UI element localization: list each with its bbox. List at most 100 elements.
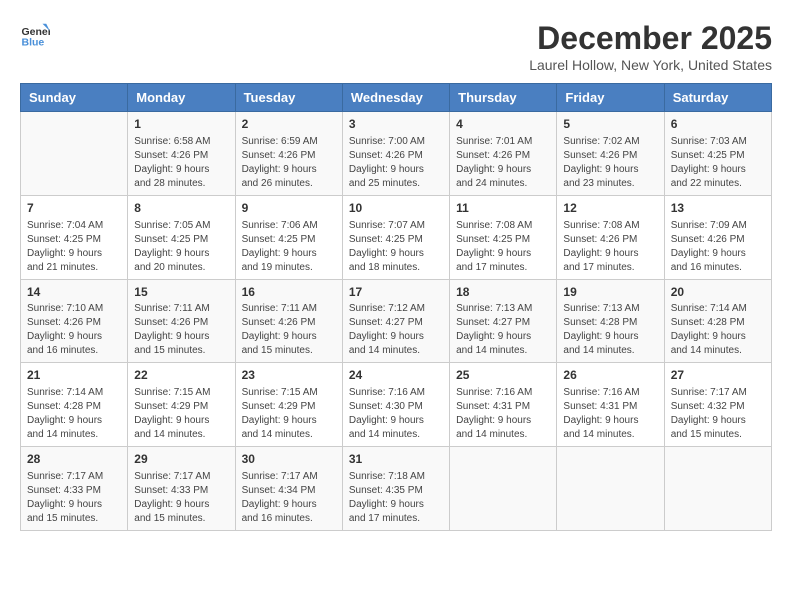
day-number: 9: [242, 200, 336, 217]
day-number: 4: [456, 116, 550, 133]
day-number: 17: [349, 284, 443, 301]
day-info: Sunrise: 7:17 AM Sunset: 4:32 PM Dayligh…: [671, 386, 765, 442]
calendar-cell: 27Sunrise: 7:17 AM Sunset: 4:32 PM Dayli…: [664, 363, 771, 447]
day-info: Sunrise: 7:05 AM Sunset: 4:25 PM Dayligh…: [134, 219, 228, 275]
calendar-cell: 17Sunrise: 7:12 AM Sunset: 4:27 PM Dayli…: [342, 279, 449, 363]
calendar-cell: 16Sunrise: 7:11 AM Sunset: 4:26 PM Dayli…: [235, 279, 342, 363]
calendar-cell: 4 Sunrise: 7:01 AM Sunset: 4:26 PM Daylig…: [450, 112, 557, 196]
day-number: 24: [349, 367, 443, 384]
day-info: Sunrise: 7:06 AM Sunset: 4:25 PM Dayligh…: [242, 219, 336, 275]
calendar-week-5: 28 Sunrise: 7:17 AM Sunset: 4:33 PM Dayli…: [21, 447, 772, 531]
day-info: Sunrise: 6:58 AM Sunset: 4:26 PM Dayligh…: [134, 135, 228, 191]
day-info: Sunrise: 7:08 AM Sunset: 4:25 PM Dayligh…: [456, 219, 550, 275]
calendar-cell: 2 Sunrise: 6:59 AM Sunset: 4:26 PM Daylig…: [235, 112, 342, 196]
day-info: Sunrise: 7:17 AM Sunset: 4:33 PM Dayligh…: [27, 470, 121, 526]
day-number: 7: [27, 200, 121, 217]
calendar-cell: 22Sunrise: 7:15 AM Sunset: 4:29 PM Dayli…: [128, 363, 235, 447]
header-day-saturday: Saturday: [664, 84, 771, 112]
day-number: 23: [242, 367, 336, 384]
day-number: 30: [242, 451, 336, 468]
logo: General Blue: [20, 20, 50, 50]
calendar-cell: 11Sunrise: 7:08 AM Sunset: 4:25 PM Dayli…: [450, 195, 557, 279]
day-info: Sunrise: 7:16 AM Sunset: 4:31 PM Dayligh…: [456, 386, 550, 442]
calendar-cell: [450, 447, 557, 531]
calendar-cell: 18Sunrise: 7:13 AM Sunset: 4:27 PM Dayli…: [450, 279, 557, 363]
header-day-sunday: Sunday: [21, 84, 128, 112]
day-number: 5: [563, 116, 657, 133]
calendar-cell: 8 Sunrise: 7:05 AM Sunset: 4:25 PM Daylig…: [128, 195, 235, 279]
calendar-week-1: 1 Sunrise: 6:58 AM Sunset: 4:26 PM Daylig…: [21, 112, 772, 196]
svg-text:Blue: Blue: [22, 37, 45, 49]
header-day-wednesday: Wednesday: [342, 84, 449, 112]
day-info: Sunrise: 7:11 AM Sunset: 4:26 PM Dayligh…: [134, 302, 228, 358]
page-title: December 2025: [529, 20, 772, 57]
calendar-cell: 6 Sunrise: 7:03 AM Sunset: 4:25 PM Daylig…: [664, 112, 771, 196]
calendar-week-2: 7Sunrise: 7:04 AM Sunset: 4:25 PM Daylig…: [21, 195, 772, 279]
day-info: Sunrise: 7:09 AM Sunset: 4:26 PM Dayligh…: [671, 219, 765, 275]
day-number: 28: [27, 451, 121, 468]
calendar-cell: 9 Sunrise: 7:06 AM Sunset: 4:25 PM Daylig…: [235, 195, 342, 279]
header-day-thursday: Thursday: [450, 84, 557, 112]
calendar-cell: 5Sunrise: 7:02 AM Sunset: 4:26 PM Daylig…: [557, 112, 664, 196]
day-info: Sunrise: 7:13 AM Sunset: 4:28 PM Dayligh…: [563, 302, 657, 358]
day-number: 29: [134, 451, 228, 468]
calendar-cell: 15Sunrise: 7:11 AM Sunset: 4:26 PM Dayli…: [128, 279, 235, 363]
calendar-cell: 23 Sunrise: 7:15 AM Sunset: 4:29 PM Dayli…: [235, 363, 342, 447]
day-info: Sunrise: 7:00 AM Sunset: 4:26 PM Dayligh…: [349, 135, 443, 191]
page-header: General Blue December 2025 Laurel Hollow…: [20, 20, 772, 73]
day-info: Sunrise: 7:13 AM Sunset: 4:27 PM Dayligh…: [456, 302, 550, 358]
day-info: Sunrise: 7:12 AM Sunset: 4:27 PM Dayligh…: [349, 302, 443, 358]
day-info: Sunrise: 7:17 AM Sunset: 4:34 PM Dayligh…: [242, 470, 336, 526]
day-number: 19: [563, 284, 657, 301]
day-number: 3: [349, 116, 443, 133]
day-info: Sunrise: 7:17 AM Sunset: 4:33 PM Dayligh…: [134, 470, 228, 526]
day-info: Sunrise: 7:07 AM Sunset: 4:25 PM Dayligh…: [349, 219, 443, 275]
day-number: 21: [27, 367, 121, 384]
day-number: 6: [671, 116, 765, 133]
day-info: Sunrise: 7:03 AM Sunset: 4:25 PM Dayligh…: [671, 135, 765, 191]
day-number: 26: [563, 367, 657, 384]
day-number: 20: [671, 284, 765, 301]
day-number: 15: [134, 284, 228, 301]
header-day-monday: Monday: [128, 84, 235, 112]
day-number: 13: [671, 200, 765, 217]
calendar-cell: 30 Sunrise: 7:17 AM Sunset: 4:34 PM Dayli…: [235, 447, 342, 531]
day-info: Sunrise: 7:11 AM Sunset: 4:26 PM Dayligh…: [242, 302, 336, 358]
calendar-cell: 20Sunrise: 7:14 AM Sunset: 4:28 PM Dayli…: [664, 279, 771, 363]
calendar-cell: 3 Sunrise: 7:00 AM Sunset: 4:26 PM Daylig…: [342, 112, 449, 196]
calendar-cell: 24 Sunrise: 7:16 AM Sunset: 4:30 PM Dayli…: [342, 363, 449, 447]
calendar-cell: 14Sunrise: 7:10 AM Sunset: 4:26 PM Dayli…: [21, 279, 128, 363]
calendar-table: SundayMondayTuesdayWednesdayThursdayFrid…: [20, 83, 772, 531]
calendar-cell: 12Sunrise: 7:08 AM Sunset: 4:26 PM Dayli…: [557, 195, 664, 279]
day-info: Sunrise: 7:16 AM Sunset: 4:30 PM Dayligh…: [349, 386, 443, 442]
calendar-cell: [557, 447, 664, 531]
day-number: 12: [563, 200, 657, 217]
day-number: 22: [134, 367, 228, 384]
calendar-week-3: 14Sunrise: 7:10 AM Sunset: 4:26 PM Dayli…: [21, 279, 772, 363]
calendar-cell: 28 Sunrise: 7:17 AM Sunset: 4:33 PM Dayli…: [21, 447, 128, 531]
day-number: 25: [456, 367, 550, 384]
calendar-cell: 10 Sunrise: 7:07 AM Sunset: 4:25 PM Dayli…: [342, 195, 449, 279]
calendar-cell: 19Sunrise: 7:13 AM Sunset: 4:28 PM Dayli…: [557, 279, 664, 363]
page-subtitle: Laurel Hollow, New York, United States: [529, 57, 772, 73]
title-section: December 2025 Laurel Hollow, New York, U…: [529, 20, 772, 73]
day-number: 2: [242, 116, 336, 133]
day-info: Sunrise: 7:01 AM Sunset: 4:26 PM Dayligh…: [456, 135, 550, 191]
calendar-cell: 13 Sunrise: 7:09 AM Sunset: 4:26 PM Dayli…: [664, 195, 771, 279]
calendar-cell: 7Sunrise: 7:04 AM Sunset: 4:25 PM Daylig…: [21, 195, 128, 279]
header-day-friday: Friday: [557, 84, 664, 112]
calendar-cell: 31 Sunrise: 7:18 AM Sunset: 4:35 PM Dayli…: [342, 447, 449, 531]
day-info: Sunrise: 7:15 AM Sunset: 4:29 PM Dayligh…: [242, 386, 336, 442]
day-number: 1: [134, 116, 228, 133]
calendar-cell: 25 Sunrise: 7:16 AM Sunset: 4:31 PM Dayli…: [450, 363, 557, 447]
day-number: 31: [349, 451, 443, 468]
calendar-cell: 29 Sunrise: 7:17 AM Sunset: 4:33 PM Dayli…: [128, 447, 235, 531]
day-number: 16: [242, 284, 336, 301]
logo-icon: General Blue: [20, 20, 50, 50]
day-info: Sunrise: 6:59 AM Sunset: 4:26 PM Dayligh…: [242, 135, 336, 191]
day-number: 18: [456, 284, 550, 301]
day-number: 10: [349, 200, 443, 217]
day-number: 8: [134, 200, 228, 217]
day-info: Sunrise: 7:10 AM Sunset: 4:26 PM Dayligh…: [27, 302, 121, 358]
day-info: Sunrise: 7:18 AM Sunset: 4:35 PM Dayligh…: [349, 470, 443, 526]
